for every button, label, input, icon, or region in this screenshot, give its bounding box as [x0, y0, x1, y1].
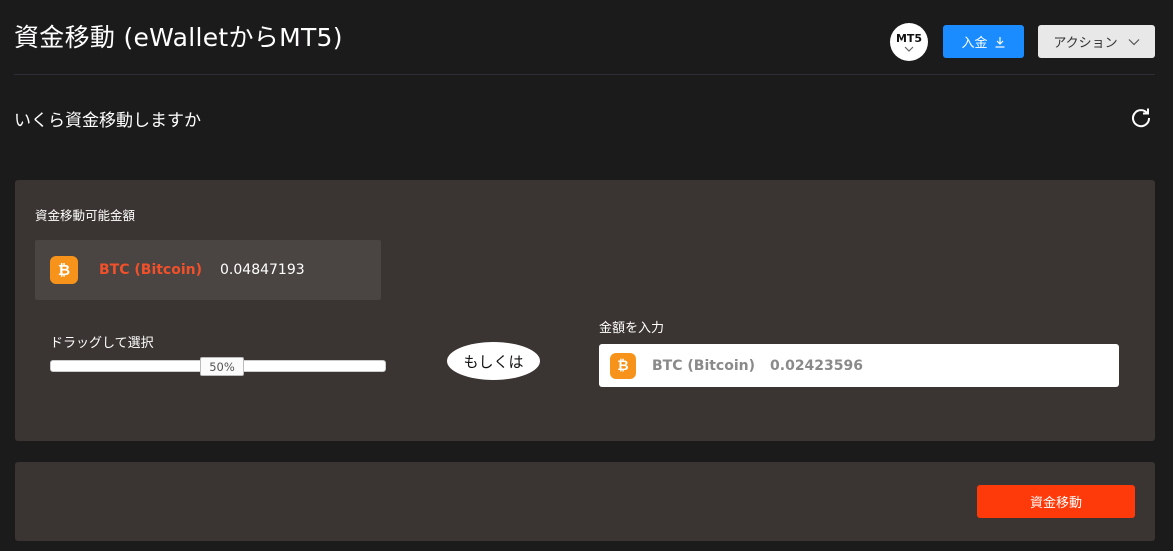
action-button-label: アクション [1053, 36, 1118, 51]
or-bubble: もしくは [447, 342, 540, 380]
amount-input-label: 金額を入力 [599, 321, 665, 336]
available-amount-label: 資金移動可能金額 [35, 208, 136, 223]
amount-slider-handle[interactable]: 50% [200, 357, 244, 376]
chevron-down-icon [904, 46, 914, 52]
input-currency: BTC (Bitcoin) [652, 357, 756, 374]
transfer-button[interactable]: 資金移動 [977, 485, 1135, 518]
refresh-icon[interactable] [1130, 106, 1152, 128]
deposit-button-label: 入金 [961, 36, 988, 51]
action-dropdown-button[interactable]: アクション [1038, 25, 1155, 58]
deposit-button[interactable]: 入金 [943, 25, 1024, 58]
account-switcher[interactable]: MT5 [890, 23, 928, 61]
available-balance-box: ₿ BTC (Bitcoin) 0.04847193 [35, 240, 381, 300]
bitcoin-icon: ₿ [50, 256, 78, 284]
bitcoin-icon: ₿ [610, 352, 636, 379]
header-divider [14, 74, 1155, 75]
slider-label: ドラッグして選択 [50, 336, 154, 351]
page-title: 資金移動 (eWalletからMT5) [14, 23, 343, 52]
amount-input-field[interactable]: ₿ BTC (Bitcoin) 0.02423596 [599, 344, 1119, 387]
balance-currency: BTC (Bitcoin) [99, 262, 203, 278]
amount-selection-card: 資金移動可能金額 ₿ BTC (Bitcoin) 0.04847193 ドラッグ… [15, 180, 1155, 441]
input-value[interactable]: 0.02423596 [770, 358, 863, 374]
download-icon [995, 36, 1004, 48]
section-subtitle: いくら資金移動しますか [14, 111, 201, 131]
transfer-page: 資金移動 (eWalletからMT5) MT5 入金 アクション いくら資金移動… [0, 0, 1173, 551]
mt5-badge-label: MT5 [895, 31, 923, 45]
balance-amount: 0.04847193 [220, 262, 305, 278]
submit-card: 資金移動 [15, 462, 1155, 541]
chevron-down-icon [1128, 38, 1140, 45]
